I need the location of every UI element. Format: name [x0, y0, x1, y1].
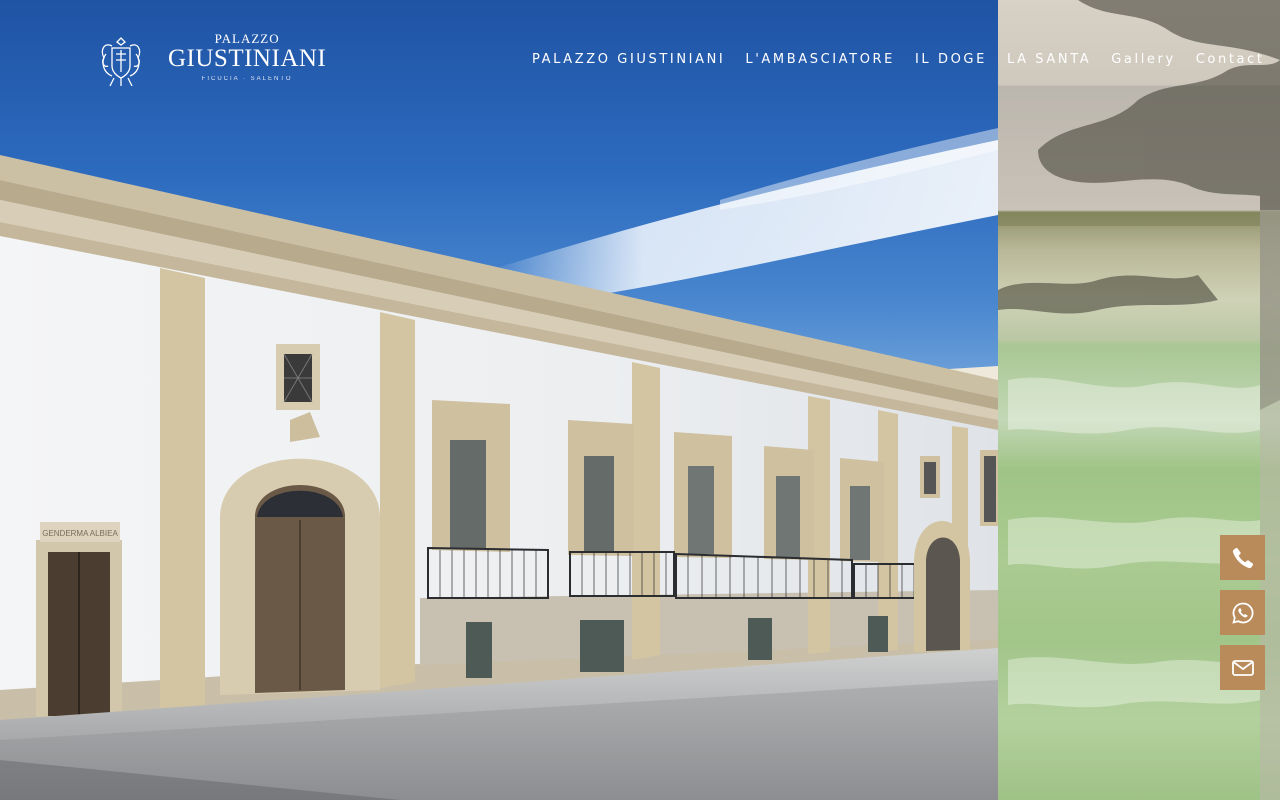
main-navigation: PALAZZO GIUSTINIANI L'AMBASCIATORE IL DO… [532, 50, 1265, 70]
brand-wordmark: PALAZZO GIUSTINIANI FICUCIA · SALENTO [168, 32, 326, 84]
nav-item-ambasciatore[interactable]: L'AMBASCIATORE [745, 50, 895, 70]
nav-item-la-santa[interactable]: LA SANTA [1007, 50, 1091, 70]
email-button[interactable] [1220, 645, 1265, 690]
phone-button[interactable] [1220, 535, 1265, 580]
brand-small-text: PALAZZO [214, 31, 280, 46]
whatsapp-button[interactable] [1220, 590, 1265, 635]
nav-item-contact[interactable]: Contact [1196, 50, 1265, 70]
nav-item-il-doge[interactable]: IL DOGE [915, 50, 987, 70]
phone-icon [1232, 547, 1253, 568]
envelope-icon [1231, 659, 1254, 676]
building-sign-text: GENDERMA ALBIEA [42, 529, 118, 538]
floating-contact-buttons [1220, 535, 1265, 690]
brand-logo[interactable]: PALAZZO GIUSTINIANI FICUCIA · SALENTO [98, 32, 326, 90]
coat-of-arms-icon [101, 37, 141, 87]
nav-item-gallery[interactable]: Gallery [1111, 50, 1176, 70]
palazzo-facade-illustration: GENDERMA ALBIEA [0, 128, 998, 800]
nav-item-palazzo-giustiniani[interactable]: PALAZZO GIUSTINIANI [532, 50, 725, 70]
whatsapp-icon [1231, 602, 1253, 624]
brand-tagline: FICUCIA · SALENTO [201, 76, 293, 82]
brand-name: GIUSTINIANI [168, 45, 327, 72]
hero-photo-palazzo: GENDERMA ALBIEA [0, 0, 998, 800]
